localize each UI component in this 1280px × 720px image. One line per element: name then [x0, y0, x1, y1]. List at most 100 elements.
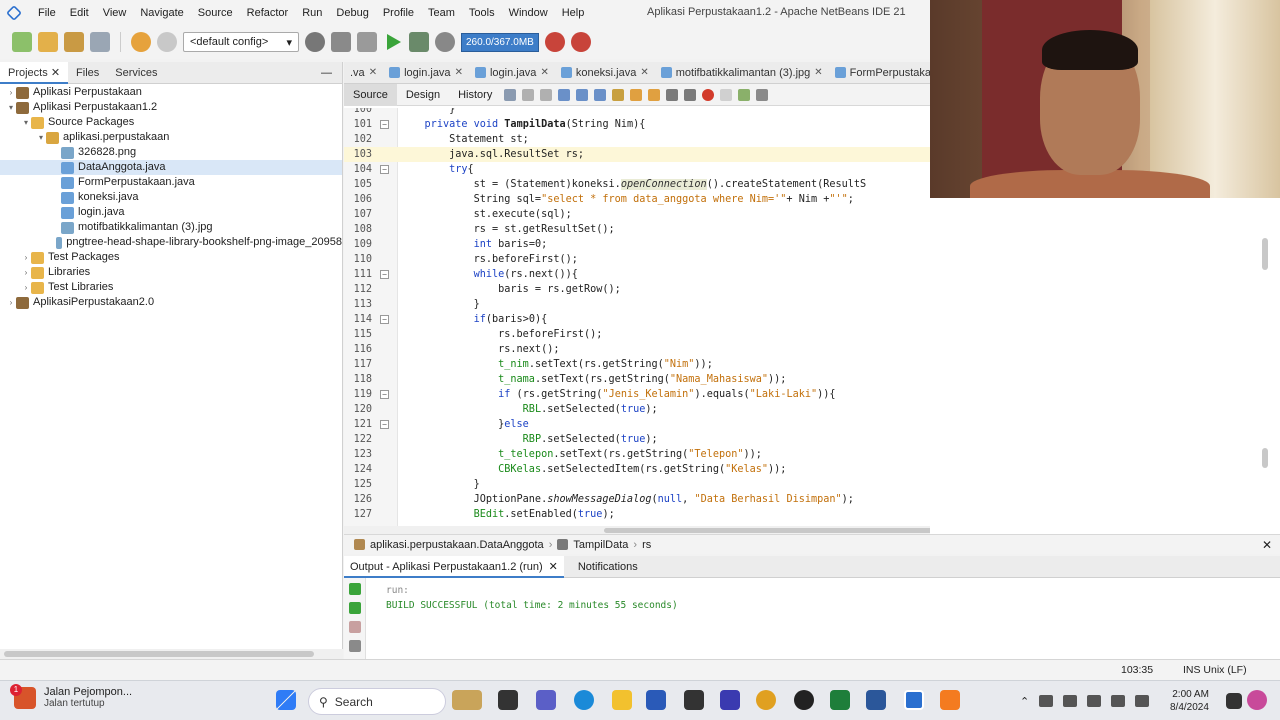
- editor-tab[interactable]: login.java ✕: [383, 62, 469, 83]
- vertical-scrollbar-marker[interactable]: [1262, 448, 1268, 468]
- menu-edit[interactable]: Edit: [63, 7, 96, 19]
- menu-window[interactable]: Window: [502, 7, 555, 19]
- tree-item[interactable]: › Test Packages: [0, 250, 342, 265]
- view-history-tab[interactable]: History: [449, 84, 501, 106]
- tab-projects[interactable]: Projects ✕: [0, 61, 69, 84]
- minimize-icon[interactable]: —: [321, 67, 332, 79]
- chevron-up-icon[interactable]: ⌃: [1020, 695, 1029, 708]
- code-line[interactable]: 100 }: [344, 108, 930, 117]
- tree-item[interactable]: ▾ Aplikasi Perpustakaan1.2: [0, 100, 342, 115]
- app-icon[interactable]: [720, 690, 740, 710]
- bookmark-prev-icon[interactable]: [630, 88, 643, 101]
- run-icon[interactable]: [387, 34, 401, 50]
- volume-icon[interactable]: [1111, 695, 1126, 707]
- code-line[interactable]: 101− private void TampilData(String Nim)…: [344, 117, 930, 132]
- code-line[interactable]: 127 BEdit.setEnabled(true);: [344, 507, 930, 522]
- word-icon[interactable]: [866, 690, 886, 710]
- tab-services[interactable]: Services: [107, 62, 165, 84]
- code-line[interactable]: 106 String sql="select * from data_anggo…: [344, 192, 930, 207]
- editor-tab[interactable]: FormPerpustakaan.java: [829, 62, 930, 83]
- menu-profile[interactable]: Profile: [376, 7, 421, 19]
- menu-view[interactable]: View: [96, 7, 134, 19]
- horizontal-scrollbar[interactable]: [0, 649, 343, 659]
- view-source-tab[interactable]: Source: [344, 83, 397, 106]
- code-line[interactable]: 120 RBL.setSelected(true);: [344, 402, 930, 417]
- code-line[interactable]: 112 baris = rs.getRow();: [344, 282, 930, 297]
- code-line[interactable]: 102 Statement st;: [344, 132, 930, 147]
- menu-run[interactable]: Run: [295, 7, 329, 19]
- tab-output[interactable]: Output - Aplikasi Perpustakaan1.2 (run) ✕: [344, 555, 564, 578]
- file-explorer-icon[interactable]: [612, 690, 632, 710]
- bookmark-next-icon[interactable]: [648, 88, 661, 101]
- menu-help[interactable]: Help: [555, 7, 592, 19]
- vertical-scrollbar-thumb[interactable]: [1262, 238, 1268, 270]
- code-line[interactable]: 107 st.execute(sql);: [344, 207, 930, 222]
- fold-toggle-icon[interactable]: −: [380, 120, 389, 129]
- code-line[interactable]: 103 java.sql.ResultSet rs;: [344, 147, 930, 162]
- close-icon[interactable]: ✕: [549, 556, 558, 576]
- chevron-right-icon[interactable]: ›: [6, 85, 16, 100]
- wifi-icon[interactable]: [1087, 695, 1102, 707]
- config-select[interactable]: <default config> ▾: [183, 32, 299, 52]
- tree-item[interactable]: login.java: [0, 205, 342, 220]
- toggle-highlight-icon[interactable]: [612, 88, 625, 101]
- menu-team[interactable]: Team: [421, 7, 462, 19]
- view-design-tab[interactable]: Design: [397, 84, 449, 106]
- tree-item[interactable]: › Aplikasi Perpustakaan: [0, 85, 342, 100]
- chevron-down-icon[interactable]: ▾: [6, 100, 16, 115]
- windows-start-icon[interactable]: [276, 690, 296, 710]
- menu-navigate[interactable]: Navigate: [133, 7, 190, 19]
- tree-item[interactable]: 326828.png: [0, 145, 342, 160]
- uncomment-icon[interactable]: [756, 88, 769, 101]
- menu-debug[interactable]: Debug: [329, 7, 375, 19]
- netbeans-icon[interactable]: [904, 690, 924, 710]
- save-all-icon[interactable]: [90, 32, 110, 52]
- cloud-icon[interactable]: [1039, 695, 1054, 707]
- stop-macro-icon[interactable]: [720, 88, 733, 101]
- code-line[interactable]: 110 rs.beforeFirst();: [344, 252, 930, 267]
- code-line[interactable]: 116 rs.next();: [344, 342, 930, 357]
- redo-icon[interactable]: [157, 32, 177, 52]
- gc-icon[interactable]: [544, 32, 565, 52]
- chevron-down-icon[interactable]: ▾: [21, 115, 31, 130]
- output-console[interactable]: run: BUILD SUCCESSFUL (total time: 2 min…: [386, 583, 678, 613]
- task-view-icon[interactable]: [498, 690, 518, 710]
- tree-item[interactable]: › AplikasiPerpustakaan2.0: [0, 295, 342, 310]
- app-icon[interactable]: [830, 690, 850, 710]
- edge-icon[interactable]: [574, 690, 594, 710]
- fold-toggle-icon[interactable]: −: [380, 315, 389, 324]
- tree-item[interactable]: FormPerpustakaan.java: [0, 175, 342, 190]
- editor-horizontal-scrollbar[interactable]: [344, 526, 1074, 534]
- code-line[interactable]: 126 JOptionPane.showMessageDialog(null, …: [344, 492, 930, 507]
- tree-item[interactable]: DataAnggota.java: [0, 160, 342, 175]
- back-icon[interactable]: [522, 88, 535, 101]
- comment-icon[interactable]: [738, 88, 751, 101]
- last-edit-icon[interactable]: [504, 88, 517, 101]
- start-macro-icon[interactable]: [702, 88, 715, 101]
- taskbar-search[interactable]: ⚲ Search: [308, 688, 446, 715]
- scrollbar-thumb[interactable]: [4, 651, 314, 657]
- breadcrumb-item-variable[interactable]: rs: [642, 539, 651, 551]
- close-icon[interactable]: ✕: [455, 62, 463, 83]
- new-file-icon[interactable]: [12, 32, 32, 52]
- code-editor[interactable]: 100 } 101− private void TampilData(String…: [344, 108, 930, 528]
- fold-toggle-icon[interactable]: −: [380, 420, 389, 429]
- code-line[interactable]: 108 rs = st.getResultSet();: [344, 222, 930, 237]
- code-line[interactable]: 124 CBKelas.setSelectedItem(rs.getString…: [344, 462, 930, 477]
- code-line[interactable]: 125 }: [344, 477, 930, 492]
- profiler-icon[interactable]: [570, 32, 591, 52]
- close-icon[interactable]: ✕: [1262, 538, 1272, 552]
- profile-icon[interactable]: [435, 32, 455, 52]
- menu-refactor[interactable]: Refactor: [240, 7, 296, 19]
- chevron-right-icon[interactable]: ›: [6, 295, 16, 310]
- code-line[interactable]: 114− if(baris>0){: [344, 312, 930, 327]
- rerun-with-options-icon[interactable]: [349, 602, 361, 614]
- code-line[interactable]: 111− while(rs.next()){: [344, 267, 930, 282]
- rerun-icon[interactable]: [349, 583, 361, 595]
- editor-tab[interactable]: koneksi.java ✕: [555, 62, 655, 83]
- teams-icon[interactable]: [536, 690, 556, 710]
- code-line[interactable]: 115 rs.beforeFirst();: [344, 327, 930, 342]
- stop-icon[interactable]: [349, 621, 361, 633]
- tree-item[interactable]: ▾ aplikasi.perpustakaan: [0, 130, 342, 145]
- code-line[interactable]: 113 }: [344, 297, 930, 312]
